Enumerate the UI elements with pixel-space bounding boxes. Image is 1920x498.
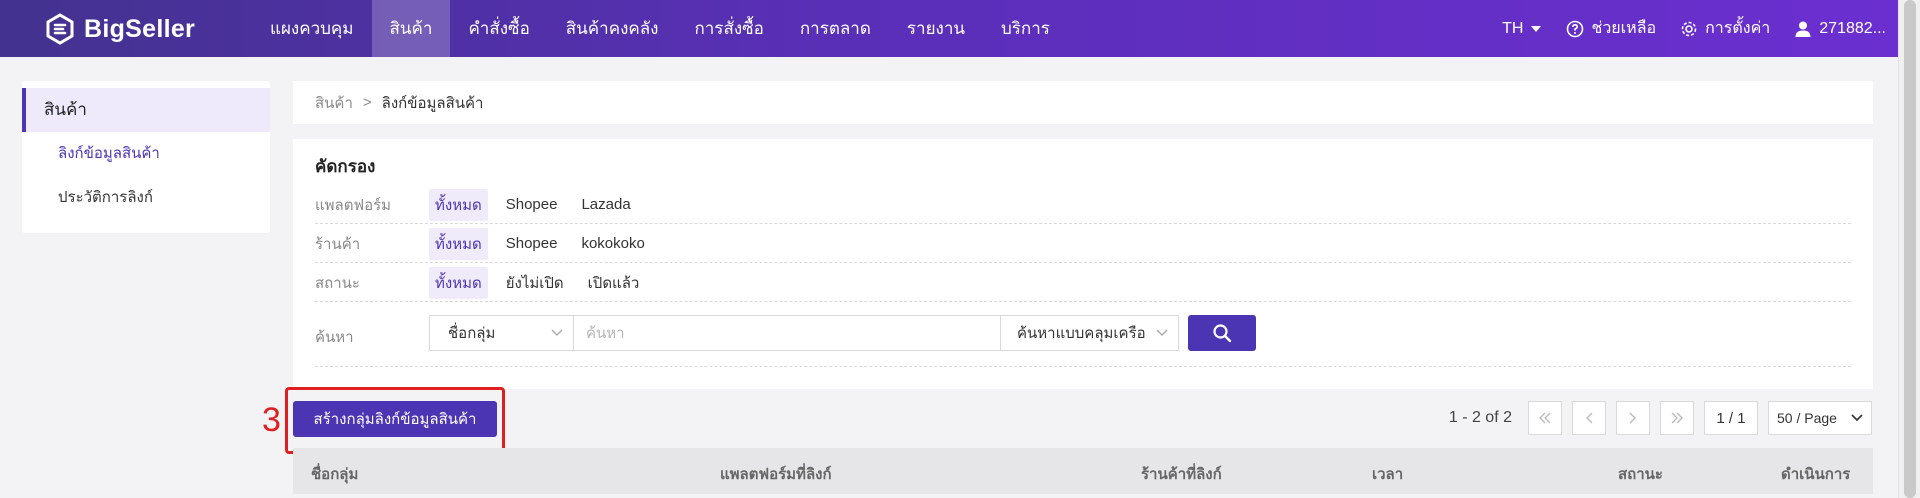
prev-page-button[interactable] <box>1572 401 1606 435</box>
table-header: ชื่อกลุ่ม แพลตฟอร์มที่ลิงก์ ร้านค้าที่ลิ… <box>293 448 1873 494</box>
page-size-value: 50 / Page <box>1777 410 1837 426</box>
store-option-shopee[interactable]: Shopee <box>500 231 564 256</box>
filter-row-platform: แพลตฟอร์ม ทั้งหมด Shopee Lazada <box>315 186 1851 224</box>
sidebar-section-products[interactable]: สินค้า <box>22 88 270 132</box>
settings-label: การตั้งค่า <box>1705 20 1771 37</box>
settings-link[interactable]: การตั้งค่า <box>1680 16 1770 41</box>
vertical-scrollbar[interactable] <box>1898 0 1920 498</box>
nav-products[interactable]: สินค้า <box>371 0 451 57</box>
filter-label-store: ร้านค้า <box>315 235 361 253</box>
nav-services[interactable]: บริการ <box>983 0 1068 57</box>
user-icon <box>1795 21 1811 37</box>
column-header-group-name: ชื่อกลุ่ม <box>311 466 359 483</box>
breadcrumb-root[interactable]: สินค้า <box>315 91 353 115</box>
chevron-left-icon <box>1586 412 1593 424</box>
breadcrumb-current: ลิงก์ข้อมูลสินค้า <box>381 94 484 112</box>
pagination-range: 1 - 2 of 2 <box>1448 409 1512 426</box>
first-page-button[interactable] <box>1528 401 1562 435</box>
sidebar-item-product-link[interactable]: ลิงก์ข้อมูลสินค้า <box>22 132 270 176</box>
column-header-actions: ดำเนินการ <box>1781 466 1851 483</box>
scrollbar-thumb[interactable] <box>1904 0 1916 498</box>
filter-label-search: ค้นหา <box>315 329 354 346</box>
language-label: TH <box>1502 19 1524 37</box>
status-option-not-enabled[interactable]: ยังไม่เปิด <box>500 267 570 299</box>
chevron-down-icon <box>551 329 563 336</box>
help-label: ช่วยเหลือ <box>1591 20 1657 37</box>
help-circle-icon <box>1567 20 1584 37</box>
search-button[interactable] <box>1188 315 1256 351</box>
last-page-button[interactable] <box>1660 401 1694 435</box>
filter-label-status: สถานะ <box>315 274 360 292</box>
chevron-right-icon <box>1629 412 1636 424</box>
brand-name: BigSeller <box>84 14 196 43</box>
sidebar-item-link-history[interactable]: ประวัติการลิงก์ <box>22 176 270 220</box>
bigseller-logo-icon <box>46 13 74 45</box>
filter-title: คัดกรอง <box>315 157 376 176</box>
filter-row-search: ค้นหา ชื่อกลุ่ม ค้นหาแบบคลุมเครือ <box>315 303 1851 367</box>
status-option-all[interactable]: ทั้งหมด <box>429 266 488 299</box>
double-chevron-left-icon <box>1539 412 1551 424</box>
platform-option-lazada[interactable]: Lazada <box>575 192 636 217</box>
nav-marketing[interactable]: การตลาด <box>782 0 889 57</box>
sidebar: สินค้า ลิงก์ข้อมูลสินค้า ประวัติการลิงก์ <box>22 81 270 233</box>
filter-row-store: ร้านค้า ทั้งหมด Shopee kokokoko <box>315 225 1851 263</box>
gear-icon <box>1681 21 1697 36</box>
double-chevron-right-icon <box>1671 412 1683 424</box>
search-field-select[interactable]: ชื่อกลุ่ม <box>429 315 573 351</box>
store-option-all[interactable]: ทั้งหมด <box>429 227 488 260</box>
breadcrumb-separator: > <box>362 94 372 111</box>
nav-dashboard[interactable]: แผงควบคุม <box>252 0 372 57</box>
nav-reports[interactable]: รายงาน <box>889 0 983 57</box>
help-link[interactable]: ช่วยเหลือ <box>1566 16 1656 41</box>
top-right-menu: TH ช่วยเหลือ การตั้งค่า 271882... <box>1502 0 1886 57</box>
user-menu[interactable]: 271882... <box>1794 20 1886 38</box>
main-nav: แผงควบคุม สินค้า คำสั่งซื้อ สินค้าคงคลัง… <box>252 0 1068 57</box>
brand-logo[interactable]: BigSeller <box>44 10 195 48</box>
nav-purchasing[interactable]: การสั่งซื้อ <box>676 0 781 57</box>
filter-panel: คัดกรอง แพลตฟอร์ม ทั้งหมด Shopee Lazada … <box>293 139 1873 389</box>
search-mode-select[interactable]: ค้นหาแบบคลุมเครือ <box>1001 315 1179 351</box>
filter-row-status: สถานะ ทั้งหมด ยังไม่เปิด เปิดแล้ว <box>315 264 1851 302</box>
chevron-down-icon <box>1851 414 1863 422</box>
user-account-label: 271882... <box>1819 19 1886 37</box>
column-header-linked-platform: แพลตฟอร์มที่ลิงก์ <box>720 466 832 483</box>
annotation-highlight-box <box>285 387 505 454</box>
column-header-time: เวลา <box>1372 466 1404 483</box>
column-header-linked-store: ร้านค้าที่ลิงก์ <box>1141 466 1222 483</box>
language-selector[interactable]: TH <box>1502 20 1542 38</box>
caret-down-icon <box>1531 25 1542 32</box>
pagination: 1 - 2 of 2 1 / 1 50 / Page <box>1449 401 1872 435</box>
filter-label-platform: แพลตฟอร์ม <box>315 196 392 214</box>
page-size-select[interactable]: 50 / Page <box>1768 401 1872 435</box>
next-page-button[interactable] <box>1616 401 1650 435</box>
search-input[interactable] <box>573 315 1001 351</box>
annotation-step-number: 3 <box>262 401 281 439</box>
store-option-kokokoko[interactable]: kokokoko <box>575 231 650 256</box>
column-header-status: สถานะ <box>1618 466 1663 483</box>
platform-option-all[interactable]: ทั้งหมด <box>429 188 488 221</box>
search-mode-value: ค้นหาแบบคลุมเครือ <box>1017 325 1146 342</box>
platform-option-shopee[interactable]: Shopee <box>500 192 564 217</box>
chevron-down-icon <box>1156 329 1168 336</box>
search-icon <box>1213 324 1232 343</box>
nav-inventory[interactable]: สินค้าคงคลัง <box>548 0 677 57</box>
breadcrumb: สินค้า > ลิงก์ข้อมูลสินค้า <box>293 81 1873 124</box>
search-field-value: ชื่อกลุ่ม <box>448 325 496 342</box>
nav-orders[interactable]: คำสั่งซื้อ <box>450 0 547 57</box>
status-option-enabled[interactable]: เปิดแล้ว <box>582 267 646 299</box>
page-indicator[interactable]: 1 / 1 <box>1704 401 1758 435</box>
top-navigation-bar: BigSeller แผงควบคุม สินค้า คำสั่งซื้อ สิ… <box>0 0 1898 57</box>
